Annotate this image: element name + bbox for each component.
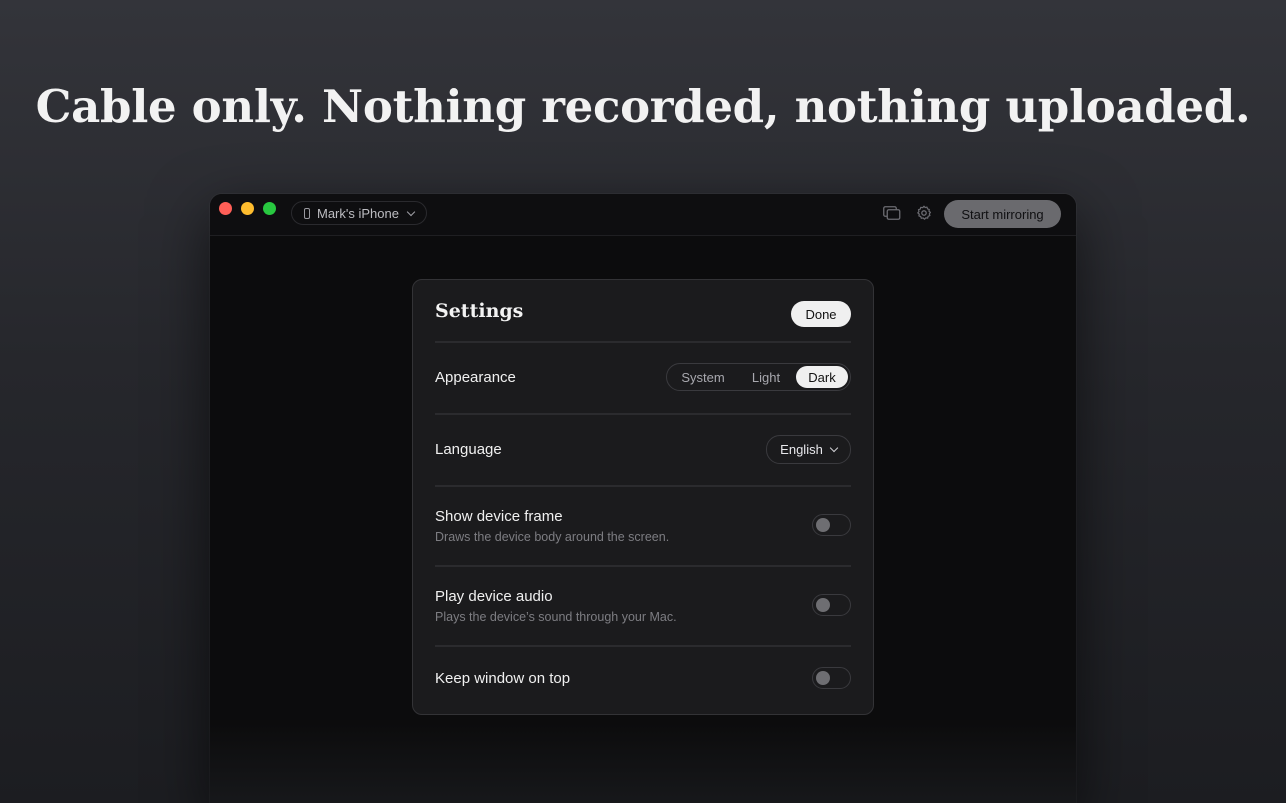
toggle-knob bbox=[816, 518, 830, 532]
appearance-segmented-control: System Light Dark bbox=[666, 363, 851, 391]
appearance-option-dark[interactable]: Dark bbox=[796, 366, 848, 388]
divider bbox=[435, 485, 851, 487]
appearance-option-system[interactable]: System bbox=[671, 366, 735, 388]
device-name: Mark's iPhone bbox=[317, 205, 399, 221]
minimize-window-button[interactable] bbox=[241, 202, 254, 215]
settings-panel: Settings Done Appearance System Light Da… bbox=[412, 279, 874, 715]
headline: Cable only. Nothing recorded, nothing up… bbox=[35, 80, 1251, 133]
keep-on-top-toggle[interactable] bbox=[812, 667, 851, 689]
gear-icon[interactable] bbox=[916, 205, 932, 221]
divider bbox=[435, 565, 851, 567]
appearance-option-light[interactable]: Light bbox=[739, 366, 793, 388]
language-value: English bbox=[780, 442, 823, 457]
device-frame-toggle[interactable] bbox=[812, 514, 851, 536]
windows-icon[interactable] bbox=[883, 206, 901, 220]
title-bar: Mark's iPhone Start mirroring bbox=[210, 194, 1076, 236]
language-select[interactable]: English bbox=[766, 435, 851, 464]
language-label: Language bbox=[435, 441, 502, 458]
chevron-down-icon bbox=[829, 443, 839, 453]
device-audio-description: Plays the device’s sound through your Ma… bbox=[435, 610, 677, 624]
divider bbox=[435, 341, 851, 343]
chevron-down-icon bbox=[406, 207, 416, 216]
device-audio-toggle[interactable] bbox=[812, 594, 851, 616]
toggle-knob bbox=[816, 598, 830, 612]
maximize-window-button[interactable] bbox=[263, 202, 276, 215]
done-button[interactable]: Done bbox=[791, 301, 851, 327]
phone-icon bbox=[304, 207, 310, 219]
divider bbox=[435, 645, 851, 647]
close-window-button[interactable] bbox=[219, 202, 232, 215]
divider bbox=[435, 413, 851, 415]
device-frame-label: Show device frame bbox=[435, 508, 563, 525]
toggle-knob bbox=[816, 671, 830, 685]
settings-title: Settings bbox=[435, 300, 524, 322]
start-mirroring-button[interactable]: Start mirroring bbox=[944, 200, 1061, 228]
device-frame-description: Draws the device body around the screen. bbox=[435, 530, 670, 544]
app-window: Mark's iPhone Start mirroring Settings D… bbox=[210, 194, 1076, 803]
appearance-label: Appearance bbox=[435, 369, 516, 386]
keep-on-top-label: Keep window on top bbox=[435, 670, 571, 687]
device-audio-label: Play device audio bbox=[435, 588, 553, 605]
device-selector[interactable]: Mark's iPhone bbox=[291, 201, 427, 225]
